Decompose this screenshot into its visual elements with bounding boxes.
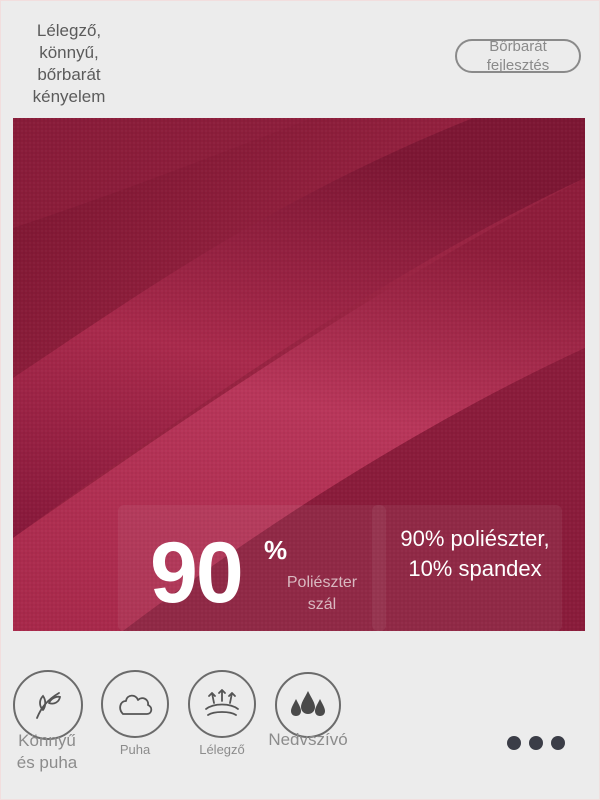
feature-label-absorbent: Nedvszívó	[268, 730, 348, 749]
more-dots-icon[interactable]	[507, 736, 565, 750]
breathable-icon	[188, 670, 256, 738]
feature-label-breathable: Lélegző	[199, 742, 245, 757]
feature-absorbent: Nedvszívó	[268, 672, 348, 749]
cloud-icon	[101, 670, 169, 738]
droplets-icon	[275, 672, 341, 738]
feature-breathable: Lélegző	[188, 670, 256, 757]
feature-label-soft: Puha	[119, 742, 151, 757]
stat-label: Poliészter szál	[286, 574, 358, 613]
dot-1	[507, 736, 521, 750]
stat-unit: %	[264, 535, 288, 565]
skin-friendly-button[interactable]: Bőrbarát fejlesztés	[455, 38, 581, 74]
stat-value: 90	[150, 525, 244, 621]
feature-light-soft: Könnyű és puha	[13, 670, 83, 772]
composition-text: 90% poliészter, 10% spandex	[400, 526, 550, 581]
dot-3	[551, 736, 565, 750]
feature-label-light-soft: Könnyű és puha	[16, 731, 78, 772]
skin-friendly-button-label: Bőrbarát fejlesztés	[486, 38, 550, 74]
feature-soft: Puha	[101, 670, 169, 757]
headline: Lélegző, könnyű, bőrbarát kényelem	[32, 21, 106, 106]
dot-2	[529, 736, 543, 750]
